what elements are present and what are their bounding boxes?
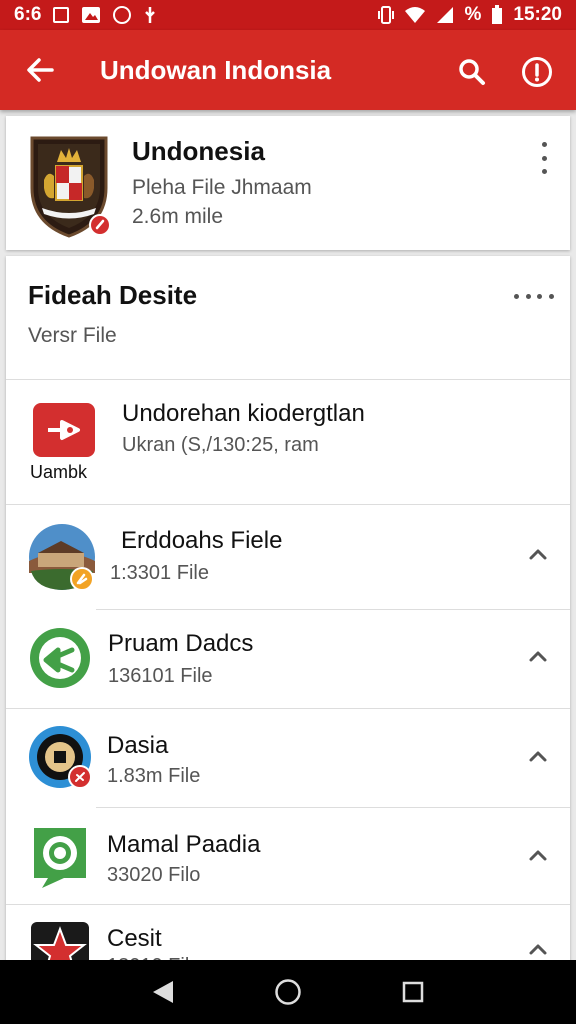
- dot: [541, 169, 547, 174]
- nav-back-button[interactable]: [138, 967, 188, 1017]
- list-item[interactable]: Dasia 1.83m File: [6, 709, 570, 807]
- green-speaker-icon: [30, 628, 90, 688]
- battery-percent-text: %: [464, 4, 482, 25]
- item-subtitle: 136101 File: [108, 665, 213, 687]
- search-button[interactable]: [450, 50, 494, 94]
- info-button[interactable]: [515, 50, 559, 94]
- usb-icon: [145, 7, 156, 23]
- search-icon: [459, 59, 485, 85]
- nav-recents-button[interactable]: [388, 967, 438, 1017]
- back-button[interactable]: [0, 30, 80, 110]
- app-bar: Undowan Indonsia: [0, 30, 576, 110]
- item-title: Erddoahs Fiele: [121, 527, 283, 554]
- item-subtitle: 1.83m File: [107, 765, 201, 787]
- vibrate-icon: [378, 6, 395, 24]
- triangle-back-icon: [152, 981, 173, 1003]
- chevron-icon[interactable]: [526, 744, 550, 768]
- file-list-card: Fideah Desite Versr File Uambk Undorehan…: [6, 256, 570, 976]
- coat-of-arms-emblem: [30, 136, 111, 238]
- chevron-icon[interactable]: [526, 542, 550, 566]
- more-options-horizontal-icon[interactable]: [514, 290, 554, 302]
- wifi-icon: [405, 7, 426, 23]
- square-recents-icon: [403, 981, 424, 1003]
- item-title: Cesit: [107, 925, 162, 952]
- featured-list-item[interactable]: Uambk Undorehan kiodergtlan Ukran (S,/13…: [6, 380, 570, 504]
- item-title: Dasia: [107, 732, 169, 759]
- more-options-vertical-icon[interactable]: [532, 140, 556, 176]
- section-subtitle: Versr File: [28, 324, 117, 347]
- featured-item-title: Undorehan kiodergtlan: [122, 400, 365, 427]
- landscape-app-icon: [29, 524, 95, 591]
- item-subtitle: 1:3301 File: [110, 562, 209, 584]
- header-card[interactable]: Undonesia Pleha File Jhmaam 2.6m mile: [6, 116, 570, 250]
- header-subtitle: Pleha File Jhmaam: [132, 176, 312, 199]
- status-time-left: 6:6: [14, 4, 42, 25]
- status-left: 6:6: [14, 4, 157, 26]
- app-title: Undowan Indonsia: [100, 54, 332, 85]
- map-pin-icon: [34, 828, 86, 888]
- status-bar: 6:6 % 15:20: [0, 0, 576, 30]
- header-title: Undonesia: [132, 136, 265, 166]
- dot: [537, 293, 543, 299]
- dot: [541, 142, 547, 147]
- list-item[interactable]: Mamal Paadia 33020 Filo: [6, 808, 570, 904]
- section-title: Fideah Desite: [28, 280, 198, 310]
- dot: [541, 155, 547, 161]
- item-title: Mamal Paadia: [107, 831, 261, 858]
- image-icon: [82, 7, 101, 23]
- header-size: 2.6m mile: [132, 205, 224, 228]
- circle-home-icon: [275, 979, 301, 1005]
- dot: [525, 293, 531, 299]
- list-item[interactable]: Erddoahs Fiele 1:3301 File: [6, 505, 570, 609]
- notification-box-icon: [53, 7, 70, 23]
- video-app-icon: [33, 403, 95, 457]
- status-clock: 15:20: [513, 4, 562, 25]
- chevron-icon[interactable]: [526, 843, 550, 867]
- dot: [548, 293, 554, 299]
- navigation-bar: [0, 960, 576, 1024]
- dot: [514, 293, 519, 299]
- featured-icon-caption: Uambk: [30, 462, 88, 482]
- chevron-icon[interactable]: [526, 644, 550, 668]
- signal-icon: [437, 7, 454, 23]
- featured-item-subtitle: Ukran (S,/130:25, ram: [122, 434, 319, 456]
- avatar-app-icon: [29, 726, 92, 789]
- chevron-icon[interactable]: [526, 937, 550, 961]
- battery-icon: [492, 5, 503, 24]
- circle-app-icon: [113, 6, 132, 24]
- item-subtitle: 33020 Filo: [107, 864, 201, 886]
- list-item[interactable]: Pruam Dadcs 136101 File: [6, 610, 570, 708]
- item-title: Pruam Dadcs: [108, 630, 254, 657]
- back-arrow-icon: [27, 58, 54, 82]
- nav-home-button[interactable]: [263, 967, 313, 1017]
- status-right: % 15:20: [378, 4, 562, 26]
- info-icon: [522, 57, 552, 87]
